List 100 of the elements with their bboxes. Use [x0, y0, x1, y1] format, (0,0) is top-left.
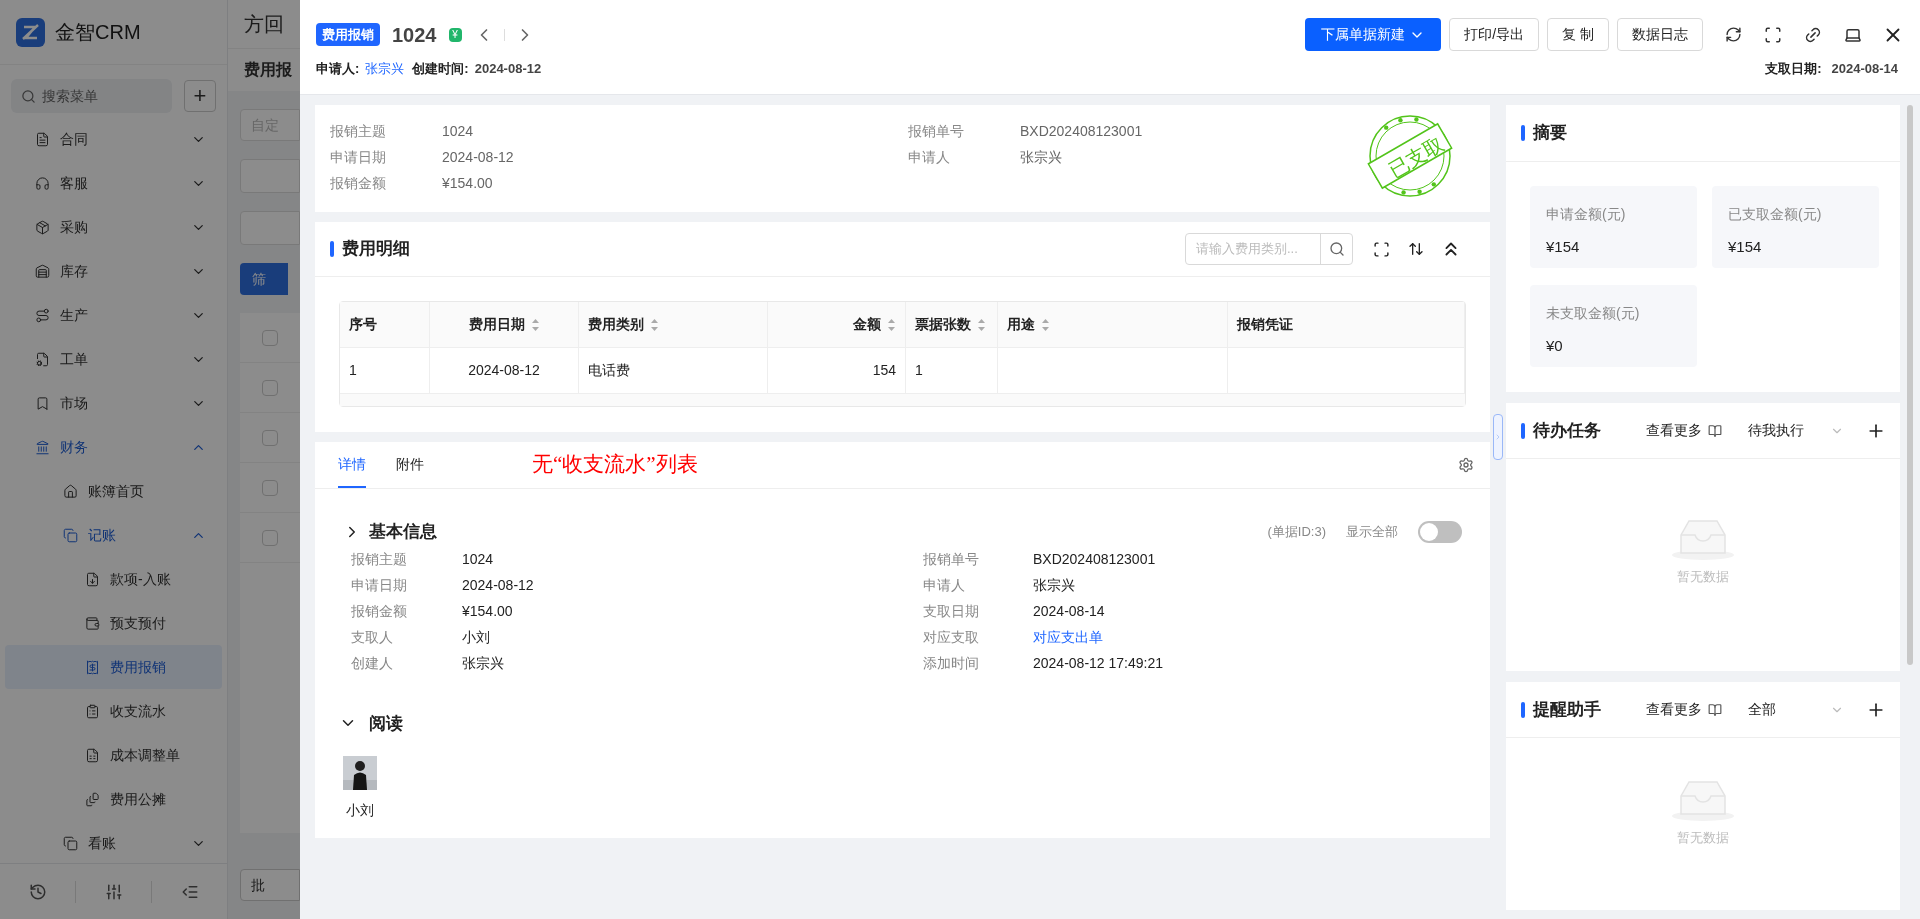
menu-item[interactable]: 预支预付 — [5, 601, 222, 645]
clipboard-icon — [85, 703, 100, 719]
view-more-link[interactable]: 查看更多 — [1646, 420, 1702, 441]
field-label: 报销金额 — [330, 173, 387, 193]
field-link[interactable]: 对应支出单 — [1033, 627, 1103, 648]
menu-search-field[interactable]: 搜索菜单 — [11, 79, 172, 113]
toolbar-button[interactable]: 打印/导出 — [1449, 18, 1540, 51]
stat-value: ¥154 — [1728, 237, 1763, 257]
column-header[interactable]: 金额 — [768, 302, 906, 347]
row-checkbox[interactable] — [262, 429, 278, 446]
headset-icon — [35, 175, 50, 191]
title-accent-bar — [1521, 422, 1525, 439]
filter-button[interactable]: 筛 — [240, 263, 288, 295]
filter-dropdown[interactable]: 全部 — [1748, 699, 1844, 720]
view-more-link[interactable]: 查看更多 — [1646, 699, 1702, 720]
column-header[interactable]: 用途 — [998, 302, 1228, 347]
tab[interactable]: 附件 — [396, 442, 424, 488]
page-tab-title[interactable]: 方回 — [244, 9, 284, 40]
toolbar-button[interactable]: 复 制 — [1547, 18, 1609, 51]
column-header: 报销凭证 — [1228, 302, 1465, 347]
book-icon — [1708, 423, 1722, 438]
currency-tag: ¥ — [448, 27, 462, 42]
filter-field[interactable] — [240, 211, 300, 245]
stat-value: ¥154 — [1546, 237, 1581, 257]
row-checkbox[interactable] — [262, 379, 278, 396]
expand-rows-icon[interactable] — [1408, 241, 1424, 257]
menu-item[interactable]: 收支流水 — [5, 689, 222, 733]
add-button[interactable]: + — [184, 80, 216, 112]
menu-item[interactable]: 库存 — [5, 249, 222, 293]
new-document-button[interactable]: 下属单据新建 — [1305, 18, 1442, 51]
settings-icon[interactable] — [1458, 457, 1474, 473]
menu-item[interactable]: 合同 — [5, 117, 222, 161]
table-cell: 1 — [906, 348, 998, 393]
record-id: (单据ID:3) — [1267, 523, 1326, 541]
filter-field[interactable] — [240, 159, 300, 193]
table-cell: 1 — [340, 348, 430, 393]
field-label: 申请人 — [923, 576, 966, 595]
field-label: 报销单号 — [908, 121, 965, 141]
table-cell: 154 — [768, 348, 906, 393]
menu-item[interactable]: 看账 — [5, 821, 222, 863]
record-title: 1024 — [392, 22, 437, 48]
field-value: 张宗兴 — [1020, 147, 1062, 167]
column-header[interactable]: 费用类别 — [579, 302, 768, 347]
warehouse-icon — [35, 263, 50, 279]
menu-item[interactable]: 账簿首页 — [5, 469, 222, 513]
field-value: 2024-08-12 — [442, 147, 514, 167]
field-value: ¥154.00 — [442, 173, 493, 193]
column-header: 序号 — [340, 302, 430, 347]
row-checkbox[interactable] — [262, 529, 278, 546]
field-label: 创建人 — [351, 654, 394, 673]
toolbar-button[interactable]: 数据日志 — [1617, 18, 1703, 51]
search-icon[interactable] — [1328, 241, 1345, 257]
package-icon — [35, 219, 50, 235]
tab[interactable]: 详情 — [338, 442, 366, 488]
menu-item[interactable]: 生产 — [5, 293, 222, 337]
applicant-link[interactable]: 张宗兴 — [365, 59, 405, 79]
column-header[interactable]: 费用日期 — [430, 302, 579, 347]
menu-item[interactable]: 财务 — [5, 425, 222, 469]
fullscreen-icon[interactable] — [1764, 25, 1782, 44]
wallet-icon — [85, 615, 100, 631]
empty-text: 暂无数据 — [1677, 829, 1729, 847]
paid-date-label: 支取日期: — [1765, 60, 1822, 78]
refresh-icon[interactable] — [1725, 26, 1742, 43]
menu-item[interactable]: 客服 — [5, 161, 222, 205]
field-label: 申请日期 — [351, 576, 408, 595]
document-stack-icon — [85, 791, 100, 807]
created-date: 2024-08-12 — [474, 60, 542, 78]
toggle-switch[interactable] — [1418, 520, 1462, 543]
copy-icon — [63, 527, 78, 543]
filter-dropdown[interactable]: 待我执行 — [1748, 420, 1844, 441]
menu-item[interactable]: 工单 — [5, 337, 222, 381]
menu-item[interactable]: 费用公摊 — [5, 777, 222, 821]
batch-button[interactable]: 批 — [240, 869, 300, 901]
menu-item[interactable]: 采购 — [5, 205, 222, 249]
logo-icon — [16, 17, 45, 47]
field-value: 2024-08-12 17:49:21 — [1033, 654, 1163, 673]
menu-item[interactable]: 市场 — [5, 381, 222, 425]
history-icon[interactable] — [28, 882, 47, 901]
menu-item[interactable]: 款项-入账 — [5, 557, 222, 601]
section-title: 基本信息 — [369, 521, 437, 543]
table-cell: 2024-08-12 — [430, 348, 579, 393]
sliders-icon[interactable] — [104, 882, 123, 901]
fullscreen-icon[interactable] — [1373, 240, 1390, 258]
field-label: 对应支取 — [923, 628, 980, 647]
menu-item[interactable]: 记账 — [5, 513, 222, 557]
row-checkbox[interactable] — [262, 329, 278, 346]
panel-collapse-handle[interactable] — [1493, 414, 1503, 460]
menu-item[interactable]: 成本调整单 — [5, 733, 222, 777]
card-title: 待办任务 — [1533, 419, 1601, 442]
route-icon — [35, 307, 50, 323]
field-label: 支取日期 — [923, 602, 980, 621]
menu-item[interactable]: 费用报销 — [5, 645, 222, 689]
stat-value: ¥0 — [1546, 336, 1564, 356]
card-title: 提醒助手 — [1533, 698, 1601, 721]
column-header[interactable]: 票据张数 — [906, 302, 998, 347]
row-checkbox[interactable] — [262, 479, 278, 496]
search-icon — [21, 88, 36, 104]
field-value: BXD202408123001 — [1033, 550, 1156, 569]
field-label: 申请人 — [908, 147, 951, 167]
document-icon — [35, 131, 50, 147]
